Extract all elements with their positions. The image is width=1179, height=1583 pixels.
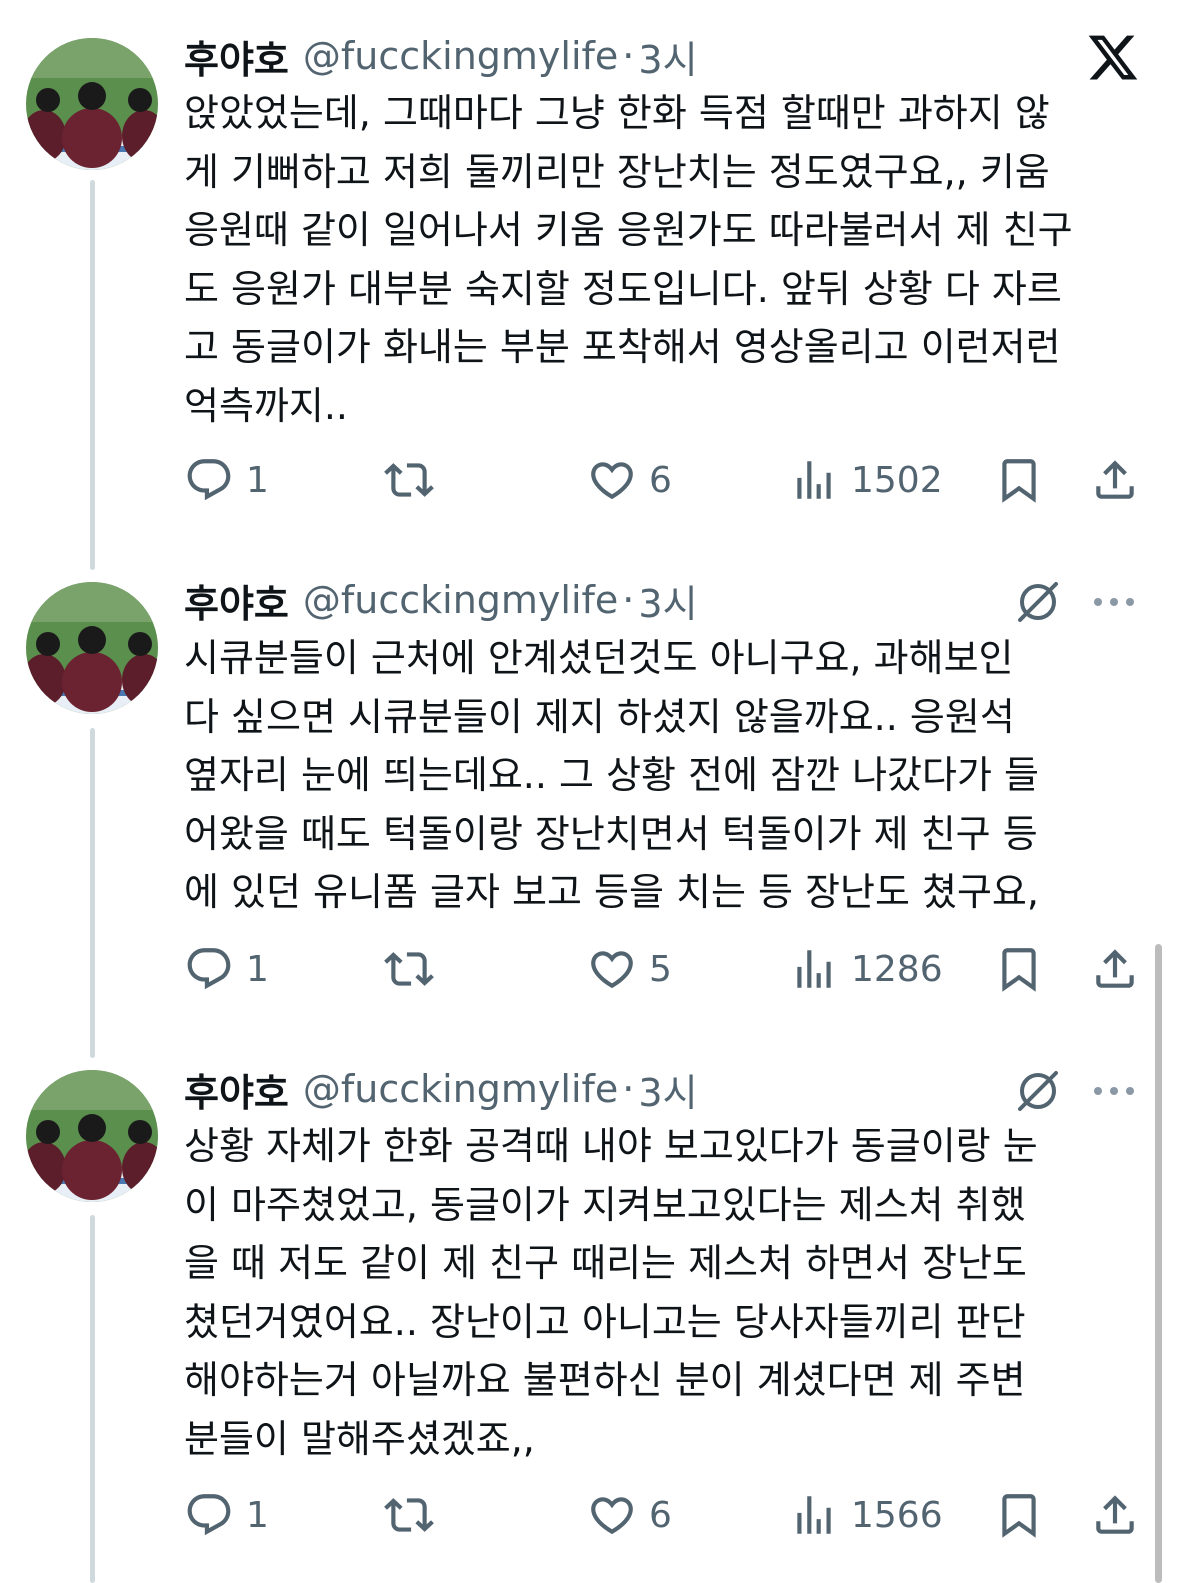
views-icon: [797, 1496, 831, 1534]
reply-button[interactable]: 1: [184, 1485, 269, 1545]
scrollbar[interactable]: [1155, 944, 1162, 1583]
retweet-button[interactable]: [384, 1485, 434, 1545]
grok-icon[interactable]: [1014, 1067, 1062, 1115]
tweet-text: 상황 자체가 한화 공격때 내야 보고있다가 동글이랑 눈 이 마주쳤었고, 동…: [184, 1117, 1144, 1468]
action-bar: 1 6 1566: [184, 1485, 1144, 1545]
share-button[interactable]: [1090, 1485, 1140, 1545]
tweet-header: 후야호 @fucckingmylife · 3시: [184, 1059, 698, 1119]
views-count: 1566: [851, 1494, 943, 1536]
timestamp[interactable]: 3시: [638, 1062, 697, 1117]
bookmark-button[interactable]: [994, 1485, 1044, 1545]
text-line: 해야하는거 아닐까요 불편하신 분이 계셨다면 제 주변: [184, 1358, 1026, 1402]
more-icon[interactable]: [1090, 1067, 1138, 1115]
avatar[interactable]: [26, 1070, 158, 1202]
text-line: 분들이 말해주셨겠죠,,: [184, 1416, 535, 1461]
like-button[interactable]: 6: [587, 1485, 672, 1545]
text-line: 상황 자체가 한화 공격때 내야 보고있다가 동글이랑 눈: [184, 1124, 1038, 1168]
bookmark-icon: [1002, 1494, 1036, 1538]
heart-icon: [591, 1497, 633, 1535]
user-handle[interactable]: @fucckingmylife: [303, 1067, 618, 1111]
text-line: 쳤던거였어요.. 장난이고 아니고는 당사자들끼리 판단: [184, 1299, 1026, 1344]
text-line: 이 마주쳤었고, 동글이가 지켜보고있다는 제스처 취했: [184, 1182, 1026, 1227]
reply-icon: [187, 1494, 231, 1536]
retweet-icon: [384, 1498, 434, 1532]
like-count: 6: [649, 1494, 672, 1536]
share-icon: [1096, 1495, 1134, 1534]
views-button[interactable]: 1566: [789, 1485, 943, 1545]
text-line: 을 때 저도 같이 제 친구 때리는 제스처 하면서 장난도: [184, 1241, 1027, 1285]
display-name[interactable]: 후야호: [184, 1062, 289, 1117]
separator-dot: ·: [622, 1067, 635, 1111]
tweet[interactable]: 후야호 @fucckingmylife · 3시 상황 자체가 한화 공격때 내…: [0, 0, 1179, 1583]
reply-count: 1: [246, 1494, 269, 1536]
